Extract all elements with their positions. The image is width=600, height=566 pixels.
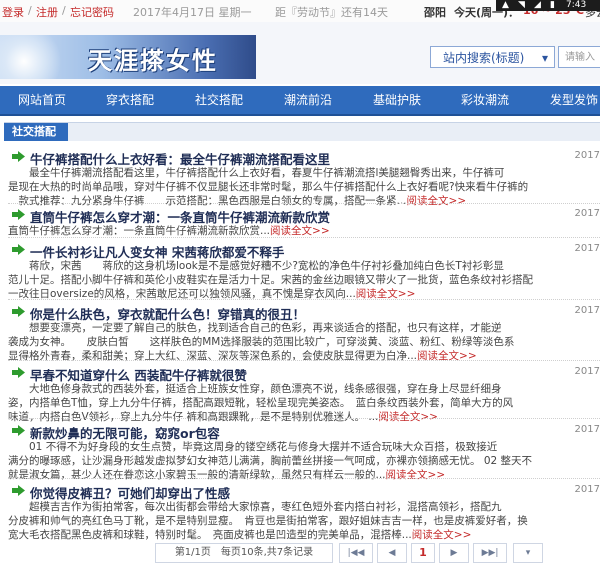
summary-line: 01 不得不为好身段的女生点赞，毕竟这周身的镂空绣花与修身大摆并不适合玩味大众百… [8,441,498,453]
nav-makeup[interactable]: 彩妆潮流 [461,86,509,114]
article-date: 2017 [574,424,600,435]
arrow-bullet-icon [12,244,25,255]
summary-line: 最全牛仔裤潮流搭配看这里，牛仔裤搭配什么上衣好看，春夏牛仔裤潮流搭l美腿翘臀秀出… [8,167,505,179]
article-summary: 最全牛仔裤潮流搭配看这里，牛仔裤搭配什么上衣好看，春夏牛仔裤潮流搭l美腿翘臀秀出… [8,166,600,208]
nav-skincare[interactable]: 基础护肤 [373,86,421,114]
pagination: 第1/1页 每页10条,共7条记录 |◀◀ ◀ 1 ▶ ▶▶| ▾ [155,543,545,563]
summary-line: 范儿十足。搭配小脚牛仔裤和英伦小皮鞋实在是活力十足。宋茜的金丝边眼镜又带火了一批… [8,274,533,286]
article-summary: 超模吉吉作为街拍常客，每次出街都会带给大家惊喜，枣红色短外套内搭白衬衫，混搭高领… [8,500,600,542]
read-more-link[interactable]: 阅读全文>> [378,411,438,423]
main-nav: 网站首页 穿衣搭配 社交搭配 潮流前沿 基础护肤 彩妆潮流 发型发饰 [0,86,600,116]
read-more-link[interactable]: 阅读全文>> [412,529,472,541]
top-status-bar: 登录 / 注册 / 忘记密码 2017年4月17日 星期一 距『劳动节』还有14… [0,0,600,23]
article-summary: 蒋欣，宋茜 蒋欣的这身机场look是不是感觉好糟不少?宽松的净色牛仔衬衫叠加纯白… [8,259,600,301]
last-page-button[interactable]: ▶▶| [473,543,507,563]
login-link[interactable]: 登录 [2,4,24,20]
article-summary: 想要变漂亮，一定要了解自己的肤色，找到适合自己的色彩，再来谈适合的搭配，也只有这… [8,321,600,363]
divider [8,203,600,204]
logo-decoration [0,35,80,79]
summary-line: 大地色修身款式的西装外套，挺适合上班族女性穿，颜色漂亮不说，线条感很强，穿在身上… [8,383,502,395]
summary-line: 袭成为女神。 皮肤白皙 这样肤色的MM选择服装的范围比较广，可穿淡黄、淡蓝、粉红… [8,336,515,348]
separator: / [28,4,32,17]
summary-line: 是现在大热的时尚单品哦，穿对牛仔裤不仅显腿长还非常时髦，那么牛仔裤搭配什么上衣好… [8,181,529,193]
summary-line: 就是淑女篇，甚少人还在眷恋这小家碧玉一般的清新绿软，虽然只有样云一般的... [8,469,386,481]
pagination-info: 第1/1页 每页10条,共7条记录 [155,543,333,563]
weather-city: 邵阳 [424,6,446,19]
summary-line: 姿，内搭单色T恤，穿上九分牛仔裤，搭配高跟短靴，轻松呈现完美姿态。 蓝白条纹西装… [8,397,514,409]
summary-line: 分皮裤和帅气的亮红色马丁靴，是不是特别显瘦。 肯豆也是街拍常客，跟好姐妹吉吉一样… [8,515,528,527]
divider [8,478,600,479]
search-mode-label: 站内搜索(标题) [443,51,525,65]
search-input[interactable] [558,46,600,68]
register-link[interactable]: 注册 [36,4,58,20]
article-date: 2017 [574,484,600,495]
nav-hairstyle[interactable]: 发型发饰 [550,86,598,114]
next-page-button[interactable]: ▶ [439,543,469,563]
notification-icon: ▲ [502,0,509,10]
arrow-bullet-icon [12,151,25,162]
separator: / [62,4,66,17]
wifi-icon: ◥ [518,0,525,10]
summary-line: 超模吉吉作为街拍常客，每次出街都会带给大家惊喜，枣红色短外套内搭白衬衫，混搭高领… [8,501,502,513]
summary-line: 想要变漂亮，一定要了解自己的肤色，找到适合自己的色彩，再来谈适合的搭配，也只有这… [8,322,502,334]
read-more-link[interactable]: 阅读全文>> [386,469,446,481]
battery-icon: ▮ [550,0,555,10]
system-status-icons: ▲ ◥ ◢ ▮ 7:43 [496,0,600,11]
divider [8,360,600,361]
nav-social-outfit[interactable]: 社交搭配 [195,86,243,114]
page-jump-select[interactable]: ▾ [513,543,543,563]
article-summary: 01 不得不为好身段的女生点赞，毕竟这周身的镂空绣花与修身大摆并不适合玩味大众百… [8,440,600,482]
article-date: 2017 [574,243,600,254]
summary-line: 宽大毛衣搭配黑色皮裤和球鞋，特别时髦。 亮面皮裤也是凹造型的完美单品，混搭棒..… [8,529,412,541]
first-page-button[interactable]: |◀◀ [339,543,373,563]
article-date: 2017 [574,366,600,377]
arrow-bullet-icon [12,306,25,317]
article-date: 2017 [574,305,600,316]
chevron-down-icon: ▾ [541,51,548,65]
page-number-current[interactable]: 1 [411,543,435,563]
site-logo[interactable]: 天涯搽女性 [0,35,256,79]
prev-page-button[interactable]: ◀ [377,543,407,563]
article-date: 2017 [574,208,600,219]
arrow-bullet-icon [12,367,25,378]
arrow-bullet-icon [12,425,25,436]
summary-line: 蒋欣，宋茜 蒋欣的这身机场look是不是感觉好糟不少?宽松的净色牛仔衬衫叠加纯白… [8,260,504,272]
section-header: 社交搭配 [4,122,600,141]
summary-line: 直筒牛仔裤怎么穿才潮：一条直筒牛仔裤潮流新款欣赏... [8,225,271,237]
logo-text: 天涯搽女性 [88,46,218,75]
read-more-link[interactable]: 阅读全文>> [407,195,467,207]
arrow-bullet-icon [12,209,25,220]
nav-home[interactable]: 网站首页 [18,86,66,114]
divider [8,418,600,419]
section-title: 社交搭配 [4,123,68,141]
system-time: 7:43 [566,0,587,10]
arrow-bullet-icon [12,485,25,496]
nav-outfit[interactable]: 穿衣搭配 [106,86,154,114]
summary-line: 味道，内搭白色V领衫，穿上九分牛仔 裤和高跟踝靴，是不是特别优雅迷人。 ... [8,411,379,423]
forgot-password-link[interactable]: 忘记密码 [70,4,114,20]
divider [8,237,600,238]
summary-line: 款式推荐：九分紧身牛仔裤 示范搭配：黑色西服是白领女的专属，搭配一条紧... [8,195,407,207]
search-mode-select[interactable]: 站内搜索(标题) ▾ [430,46,555,68]
signal-icon: ◢ [534,0,541,10]
chevron-down-icon: ▾ [525,548,531,558]
summary-line: 满分的曝琢感，让沙漏身形越发虚拟梦幻女神范儿满满，胸前蕾丝拼接一气呵成，亦裸亦领… [8,455,533,467]
read-more-link[interactable]: 阅读全文>> [270,225,330,237]
article-summary: 直筒牛仔裤怎么穿才潮：一条直筒牛仔裤潮流新款欣赏...阅读全文>> [8,224,600,238]
article-date: 2017 [574,150,600,161]
holiday-countdown: 距『劳动节』还有14天 [275,6,388,19]
divider [8,299,600,300]
current-date: 2017年4月17日 星期一 [133,6,252,19]
nav-trends[interactable]: 潮流前沿 [284,86,332,114]
